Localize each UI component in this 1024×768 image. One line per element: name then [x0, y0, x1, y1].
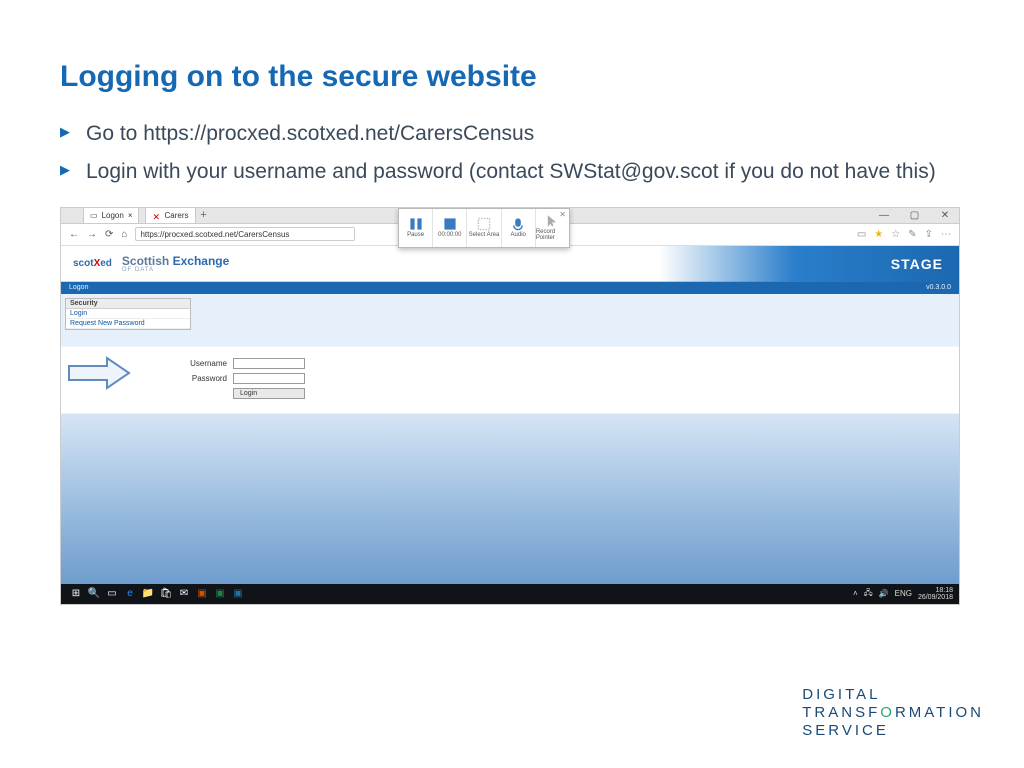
- footer-logo: DIGITAL TRANSFORMATION SERVICE: [802, 686, 984, 740]
- lang-indicator[interactable]: ENG: [895, 589, 912, 598]
- browser-tab-logon[interactable]: ▭ Logon ×: [83, 207, 139, 223]
- select-area-button[interactable]: Select Area: [467, 209, 501, 247]
- notes-icon[interactable]: ✎: [908, 229, 916, 240]
- rec-label: Select Area: [469, 232, 500, 238]
- taskview-icon[interactable]: ▭: [103, 588, 121, 599]
- login-form: Username Password Login: [183, 358, 305, 399]
- rec-label: Pause: [407, 232, 424, 238]
- username-label: Username: [183, 359, 227, 368]
- pointer-icon: [545, 214, 559, 228]
- slide-title: Logging on to the secure website: [60, 60, 964, 94]
- forward-icon[interactable]: →: [87, 229, 97, 240]
- rec-label: Audio: [511, 232, 526, 238]
- window-controls: — ▢ ✕: [870, 210, 959, 221]
- login-link[interactable]: Login: [66, 309, 190, 319]
- search-icon[interactable]: 🔍: [85, 588, 103, 599]
- outlook-icon[interactable]: ▣: [229, 588, 247, 599]
- security-panel: Security Login Request New Password: [65, 298, 191, 330]
- password-input[interactable]: [233, 373, 305, 384]
- close-icon[interactable]: ×: [128, 211, 133, 220]
- minimize-icon[interactable]: —: [870, 210, 898, 221]
- start-icon[interactable]: ⊞: [67, 588, 85, 599]
- favorites-hub-icon[interactable]: ☆: [891, 229, 900, 240]
- system-tray: ˄ 🖧 🔊 ENG 18:18 26/09/2018: [853, 587, 953, 601]
- app-body: Security Login Request New Password User…: [61, 294, 959, 586]
- pause-icon: [409, 217, 423, 231]
- new-tab-button[interactable]: +: [196, 209, 212, 221]
- screenshot: ▭ Logon × ✕ Carers + — ▢ ✕ ← → ⟳ ⌂ https…: [60, 207, 960, 605]
- mic-icon: [511, 217, 525, 231]
- close-window-icon[interactable]: ✕: [931, 210, 959, 221]
- share-icon[interactable]: ⇪: [925, 229, 933, 240]
- password-label: Password: [183, 374, 227, 383]
- page-icon: ▭: [90, 211, 98, 220]
- audio-button[interactable]: Audio: [502, 209, 536, 247]
- favorite-icon[interactable]: ★: [874, 229, 883, 240]
- back-icon[interactable]: ←: [69, 229, 79, 240]
- home-icon[interactable]: ⌂: [121, 229, 127, 240]
- excel-icon[interactable]: ▣: [211, 588, 229, 599]
- volume-icon[interactable]: 🔊: [879, 589, 889, 598]
- stop-icon: [443, 217, 457, 231]
- site-x-icon: ✕: [152, 212, 160, 220]
- edge-icon[interactable]: e: [121, 588, 139, 599]
- panel-header: Security: [66, 299, 190, 309]
- tab-label: Logon: [102, 211, 124, 220]
- username-input[interactable]: [233, 358, 305, 369]
- address-bar[interactable]: https://procxed.scotxed.net/CarersCensus: [135, 227, 355, 241]
- close-icon[interactable]: ✕: [559, 210, 566, 219]
- store-icon[interactable]: 🛍: [157, 588, 175, 599]
- login-button[interactable]: Login: [233, 388, 305, 399]
- more-icon[interactable]: ⋯: [941, 229, 951, 240]
- pause-button[interactable]: Pause: [399, 209, 433, 247]
- request-password-link[interactable]: Request New Password: [66, 319, 190, 329]
- arrow-callout-icon: [65, 356, 133, 390]
- browser-tab-carers[interactable]: ✕ Carers: [145, 207, 195, 223]
- stage-banner: STAGE: [659, 246, 959, 282]
- app-header: scotXed Scottish Exchange OF DATA STAGE: [61, 246, 959, 282]
- powerpoint-icon[interactable]: ▣: [193, 588, 211, 599]
- network-icon[interactable]: 🖧: [864, 587, 873, 601]
- bullet-2: Login with your username and password (c…: [60, 158, 964, 186]
- explorer-icon[interactable]: 📁: [139, 588, 157, 599]
- windows-taskbar: ⊞ 🔍 ▭ e 📁 🛍 ✉ ▣ ▣ ▣ ˄ 🖧 🔊 ENG 18:18 26/0…: [61, 584, 959, 604]
- refresh-icon[interactable]: ⟳: [105, 229, 113, 240]
- tab-label: Carers: [164, 211, 188, 220]
- tray-up-icon[interactable]: ˄: [853, 589, 858, 598]
- recorder-toolbar: ✕ Pause 00:00:00 Select Area Audio Recor…: [398, 208, 570, 248]
- app-subbar: Logon v0.3.0.0: [61, 282, 959, 294]
- bullet-1: Go to https://procxed.scotxed.net/Carers…: [60, 120, 964, 148]
- app-title: Scottish Exchange OF DATA: [122, 254, 229, 273]
- mail-icon[interactable]: ✉: [175, 588, 193, 599]
- app-logo: scotXed: [73, 258, 112, 269]
- rec-label: Record Pointer: [536, 229, 569, 241]
- maximize-icon[interactable]: ▢: [900, 210, 928, 221]
- select-area-icon: [477, 217, 491, 231]
- clock[interactable]: 18:18 26/09/2018: [918, 587, 953, 601]
- stop-button[interactable]: 00:00:00: [433, 209, 467, 247]
- rec-time: 00:00:00: [438, 232, 461, 238]
- reading-icon[interactable]: ▭: [857, 229, 866, 240]
- subbar-left: Logon: [69, 284, 88, 291]
- subbar-version: v0.3.0.0: [926, 284, 951, 291]
